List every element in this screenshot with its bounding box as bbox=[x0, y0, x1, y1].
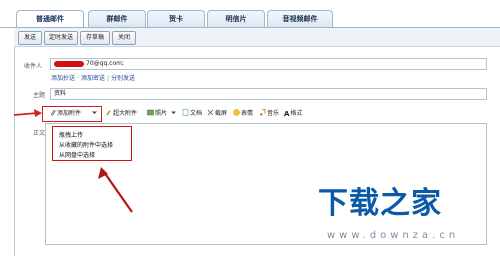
watermark-logo: 下载之家 bbox=[318, 186, 442, 221]
watermark-url: www.downza.cn bbox=[327, 230, 460, 241]
left-arrow bbox=[13, 109, 42, 117]
up-arrow bbox=[98, 167, 133, 213]
